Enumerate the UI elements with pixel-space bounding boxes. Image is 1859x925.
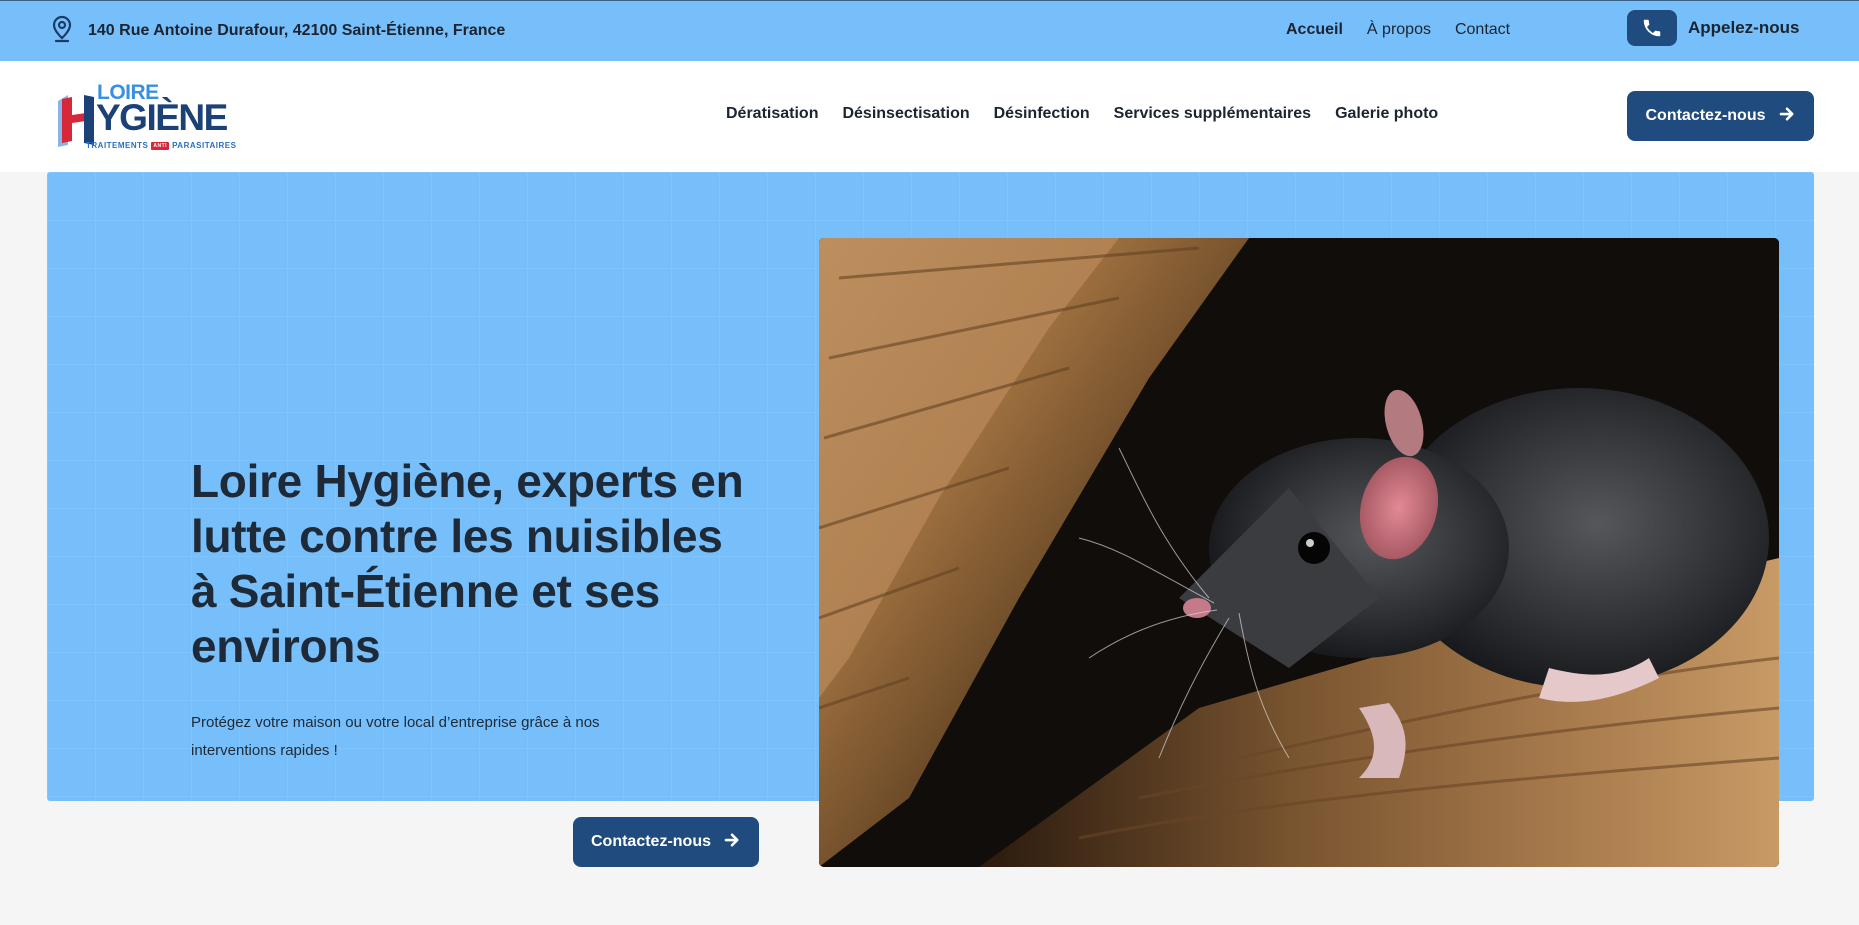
call-button[interactable]: Appelez-nous bbox=[1627, 10, 1799, 46]
hero-subtitle: Protégez votre maison ou votre local d’e… bbox=[191, 714, 600, 759]
hero-contact-label: Contactez-nous bbox=[591, 833, 711, 850]
main-header: LOIRE YGIÈNE TRAITEMENTS ANTI PARASITAIR… bbox=[0, 61, 1859, 172]
top-nav-about[interactable]: À propos bbox=[1367, 21, 1431, 39]
nav-desinfection[interactable]: Désinfection bbox=[994, 105, 1090, 123]
tagline-anti: ANTI bbox=[151, 141, 170, 150]
arrow-right-icon bbox=[1778, 105, 1796, 128]
header-contact-button[interactable]: Contactez-nous bbox=[1627, 91, 1814, 141]
map-pin-icon bbox=[50, 15, 74, 48]
nav-desinsectisation[interactable]: Désinsectisation bbox=[842, 105, 969, 123]
nav-services-supplementaires[interactable]: Services supplémentaires bbox=[1114, 105, 1311, 123]
top-nav-home[interactable]: Accueil bbox=[1286, 21, 1343, 39]
address-text: 140 Rue Antoine Durafour, 42100 Saint-Ét… bbox=[88, 22, 506, 39]
main-nav: Dératisation Désinsectisation Désinfecti… bbox=[726, 105, 1438, 123]
tagline-left: TRAITEMENTS bbox=[86, 141, 149, 150]
top-bar: 140 Rue Antoine Durafour, 42100 Saint-Ét… bbox=[0, 0, 1859, 61]
top-nav-contact[interactable]: Contact bbox=[1455, 21, 1510, 39]
logo[interactable]: LOIRE YGIÈNE TRAITEMENTS ANTI PARASITAIR… bbox=[54, 81, 244, 155]
top-nav: Accueil À propos Contact bbox=[1286, 21, 1510, 39]
address: 140 Rue Antoine Durafour, 42100 Saint-Ét… bbox=[50, 15, 506, 48]
logo-tagline: TRAITEMENTS ANTI PARASITAIRES bbox=[86, 141, 236, 150]
hero-contact-button[interactable]: Contactez-nous bbox=[573, 817, 759, 867]
arrow-right-icon bbox=[723, 831, 741, 854]
rat-photo bbox=[819, 238, 1779, 867]
hero-image bbox=[819, 238, 1779, 867]
nav-galerie-photo[interactable]: Galerie photo bbox=[1335, 105, 1438, 123]
logo-h-mark bbox=[58, 95, 94, 147]
call-label: Appelez-nous bbox=[1688, 18, 1800, 37]
header-contact-label: Contactez-nous bbox=[1645, 107, 1766, 124]
logo-word-ygiene: YGIÈNE bbox=[96, 97, 228, 138]
hero-title: Loire Hygiène, experts en lutte contre l… bbox=[191, 455, 744, 672]
phone-icon bbox=[1627, 10, 1677, 46]
tagline-right: PARASITAIRES bbox=[172, 141, 237, 150]
nav-deratisation[interactable]: Dératisation bbox=[726, 105, 818, 123]
